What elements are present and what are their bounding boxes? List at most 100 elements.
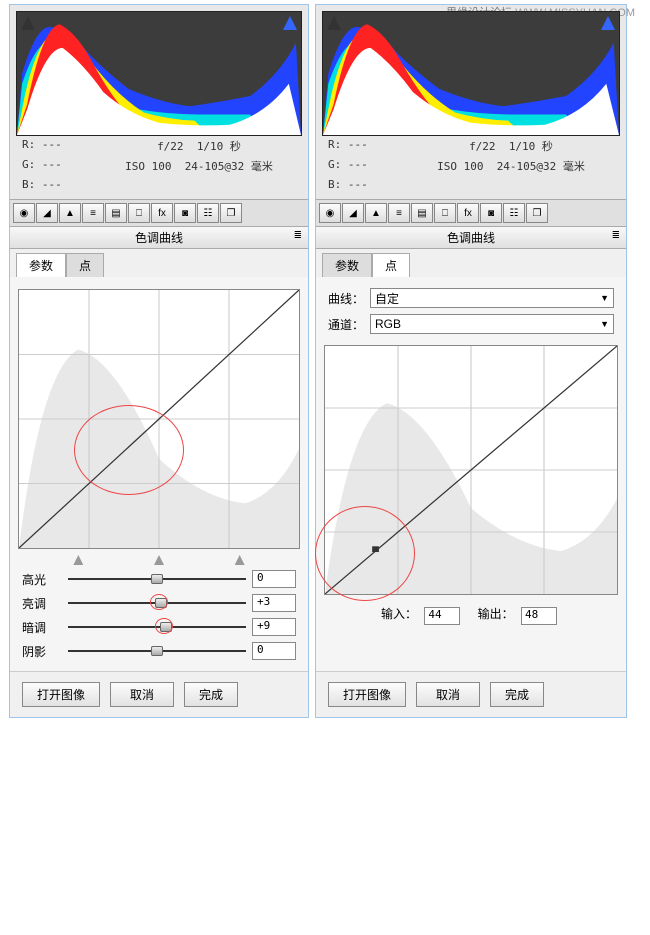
section-toggle-icon[interactable]: ≣ [612, 230, 620, 241]
slider-label-lights: 亮调 [22, 595, 62, 612]
section-title-r: 色调曲线 ≣ [316, 227, 626, 249]
curve-dropdown-row: 曲线： 自定 ▼ [324, 285, 618, 311]
panel-body-left: 参数 点 [10, 249, 308, 671]
toolbar-r: ◉ ◢ ▲ ≡ ▤ ⎕ fx ◙ ☷ ❐ [316, 199, 626, 227]
bottom-bar-right: 打开图像 取消 完成 [316, 671, 626, 717]
curve-graph-point[interactable] [324, 345, 618, 595]
tool-split-icon[interactable]: ▤ [411, 203, 433, 223]
tool-basic-icon[interactable]: ◉ [319, 203, 341, 223]
dropdown-arrow-icon: ▼ [600, 293, 609, 303]
histogram-section: R: --- f/22 1/10 秒 G: --- ISO 100 24-105… [10, 5, 308, 199]
slider-lights: 亮调 +3 [18, 591, 300, 615]
tool-snapshot-icon[interactable]: ❐ [220, 203, 242, 223]
tool-curve-icon[interactable]: ◢ [342, 203, 364, 223]
slider-track-shadows[interactable] [68, 644, 246, 658]
bottom-bar-left: 打开图像 取消 完成 [10, 671, 308, 717]
tool-detail-icon[interactable]: ▲ [365, 203, 387, 223]
open-image-button[interactable]: 打开图像 [328, 682, 406, 707]
region-marker[interactable] [154, 555, 164, 565]
histogram-graph-r [323, 12, 619, 135]
histogram-graph [17, 12, 301, 135]
info-iso-lens: ISO 100 24-105@32 毫米 [102, 158, 296, 174]
right-panel: R: --- f/22 1/10 秒 G: --- ISO 100 24-105… [315, 4, 627, 718]
cancel-button[interactable]: 取消 [416, 682, 480, 707]
curve-point [372, 546, 379, 552]
done-button[interactable]: 完成 [490, 682, 544, 707]
tool-hsl-icon[interactable]: ≡ [388, 203, 410, 223]
tool-preset-icon[interactable]: ☷ [503, 203, 525, 223]
tab-params[interactable]: 参数 [16, 253, 66, 277]
tool-lens-icon[interactable]: ⎕ [434, 203, 456, 223]
slider-label-highlight: 高光 [22, 571, 62, 588]
tab-params-r[interactable]: 参数 [322, 253, 372, 277]
info-R: R: --- [22, 138, 102, 154]
tool-camera-icon[interactable]: ◙ [480, 203, 502, 223]
panels-container: R: --- f/22 1/10 秒 G: --- ISO 100 24-105… [0, 0, 650, 722]
info-exposure: f/22 1/10 秒 [102, 138, 296, 154]
panel-body-right: 参数 点 曲线： 自定 ▼ 通道： RGB ▼ [316, 249, 626, 671]
slider-track-lights[interactable] [68, 596, 246, 610]
slider-shadows: 阴影 0 [18, 639, 300, 663]
tab-content-point: 曲线： 自定 ▼ 通道： RGB ▼ [316, 277, 626, 671]
toolbar: ◉ ◢ ▲ ≡ ▤ ⎕ fx ◙ ☷ ❐ [10, 199, 308, 227]
tool-basic-icon[interactable]: ◉ [13, 203, 35, 223]
region-markers [18, 553, 300, 567]
tabs-right: 参数 点 [316, 249, 626, 277]
highlight-clip-icon[interactable] [601, 16, 615, 30]
slider-darks: 暗调 +9 [18, 615, 300, 639]
channel-label: 通道： [328, 316, 364, 333]
input-value[interactable]: 44 [424, 607, 460, 625]
slider-label-darks: 暗调 [22, 619, 62, 636]
tool-fx-icon[interactable]: fx [151, 203, 173, 223]
slider-label-shadows: 阴影 [22, 643, 62, 660]
cancel-button[interactable]: 取消 [110, 682, 174, 707]
tab-point-r[interactable]: 点 [372, 253, 410, 277]
region-marker[interactable] [73, 555, 83, 565]
histogram[interactable] [16, 11, 302, 136]
channel-dropdown-row: 通道： RGB ▼ [324, 311, 618, 337]
shadow-clip-icon[interactable] [327, 16, 341, 30]
dropdown-arrow-icon: ▼ [600, 319, 609, 329]
tool-detail-icon[interactable]: ▲ [59, 203, 81, 223]
left-panel: R: --- f/22 1/10 秒 G: --- ISO 100 24-105… [9, 4, 309, 718]
channel-dropdown[interactable]: RGB ▼ [370, 314, 614, 334]
tool-hsl-icon[interactable]: ≡ [82, 203, 104, 223]
section-title: 色调曲线 ≣ [10, 227, 308, 249]
info-row-2r: G: --- ISO 100 24-105@32 毫米 [322, 156, 620, 176]
slider-value-highlight[interactable]: 0 [252, 570, 296, 588]
tool-lens-icon[interactable]: ⎕ [128, 203, 150, 223]
slider-value-darks[interactable]: +9 [252, 618, 296, 636]
slider-value-lights[interactable]: +3 [252, 594, 296, 612]
done-button[interactable]: 完成 [184, 682, 238, 707]
info-row-1: R: --- f/22 1/10 秒 [16, 136, 302, 156]
curve-graph-params[interactable] [18, 289, 300, 549]
tab-point[interactable]: 点 [66, 253, 104, 277]
shadow-clip-icon[interactable] [21, 16, 35, 30]
tool-snapshot-icon[interactable]: ❐ [526, 203, 548, 223]
tool-split-icon[interactable]: ▤ [105, 203, 127, 223]
slider-highlight: 高光 0 [18, 567, 300, 591]
region-marker[interactable] [235, 555, 245, 565]
curve-dropdown[interactable]: 自定 ▼ [370, 288, 614, 308]
tool-preset-icon[interactable]: ☷ [197, 203, 219, 223]
tab-content-params: 高光 0 亮调 +3 暗调 [10, 277, 308, 671]
section-toggle-icon[interactable]: ≣ [294, 230, 302, 241]
info-row-2: G: --- ISO 100 24-105@32 毫米 [16, 156, 302, 176]
info-G: G: --- [22, 158, 102, 174]
info-row-3r: B: --- [322, 176, 620, 193]
slider-value-shadows[interactable]: 0 [252, 642, 296, 660]
tool-camera-icon[interactable]: ◙ [174, 203, 196, 223]
curve-label: 曲线： [328, 290, 364, 307]
histogram-r[interactable] [322, 11, 620, 136]
histogram-section-r: R: --- f/22 1/10 秒 G: --- ISO 100 24-105… [316, 5, 626, 199]
info-B: B: --- [22, 178, 102, 191]
info-row-3: B: --- [16, 176, 302, 193]
tool-fx-icon[interactable]: fx [457, 203, 479, 223]
open-image-button[interactable]: 打开图像 [22, 682, 100, 707]
output-value[interactable]: 48 [521, 607, 557, 625]
highlight-clip-icon[interactable] [283, 16, 297, 30]
io-row: 输入： 44 输出： 48 [324, 599, 618, 631]
tool-curve-icon[interactable]: ◢ [36, 203, 58, 223]
slider-track-highlight[interactable] [68, 572, 246, 586]
slider-track-darks[interactable] [68, 620, 246, 634]
